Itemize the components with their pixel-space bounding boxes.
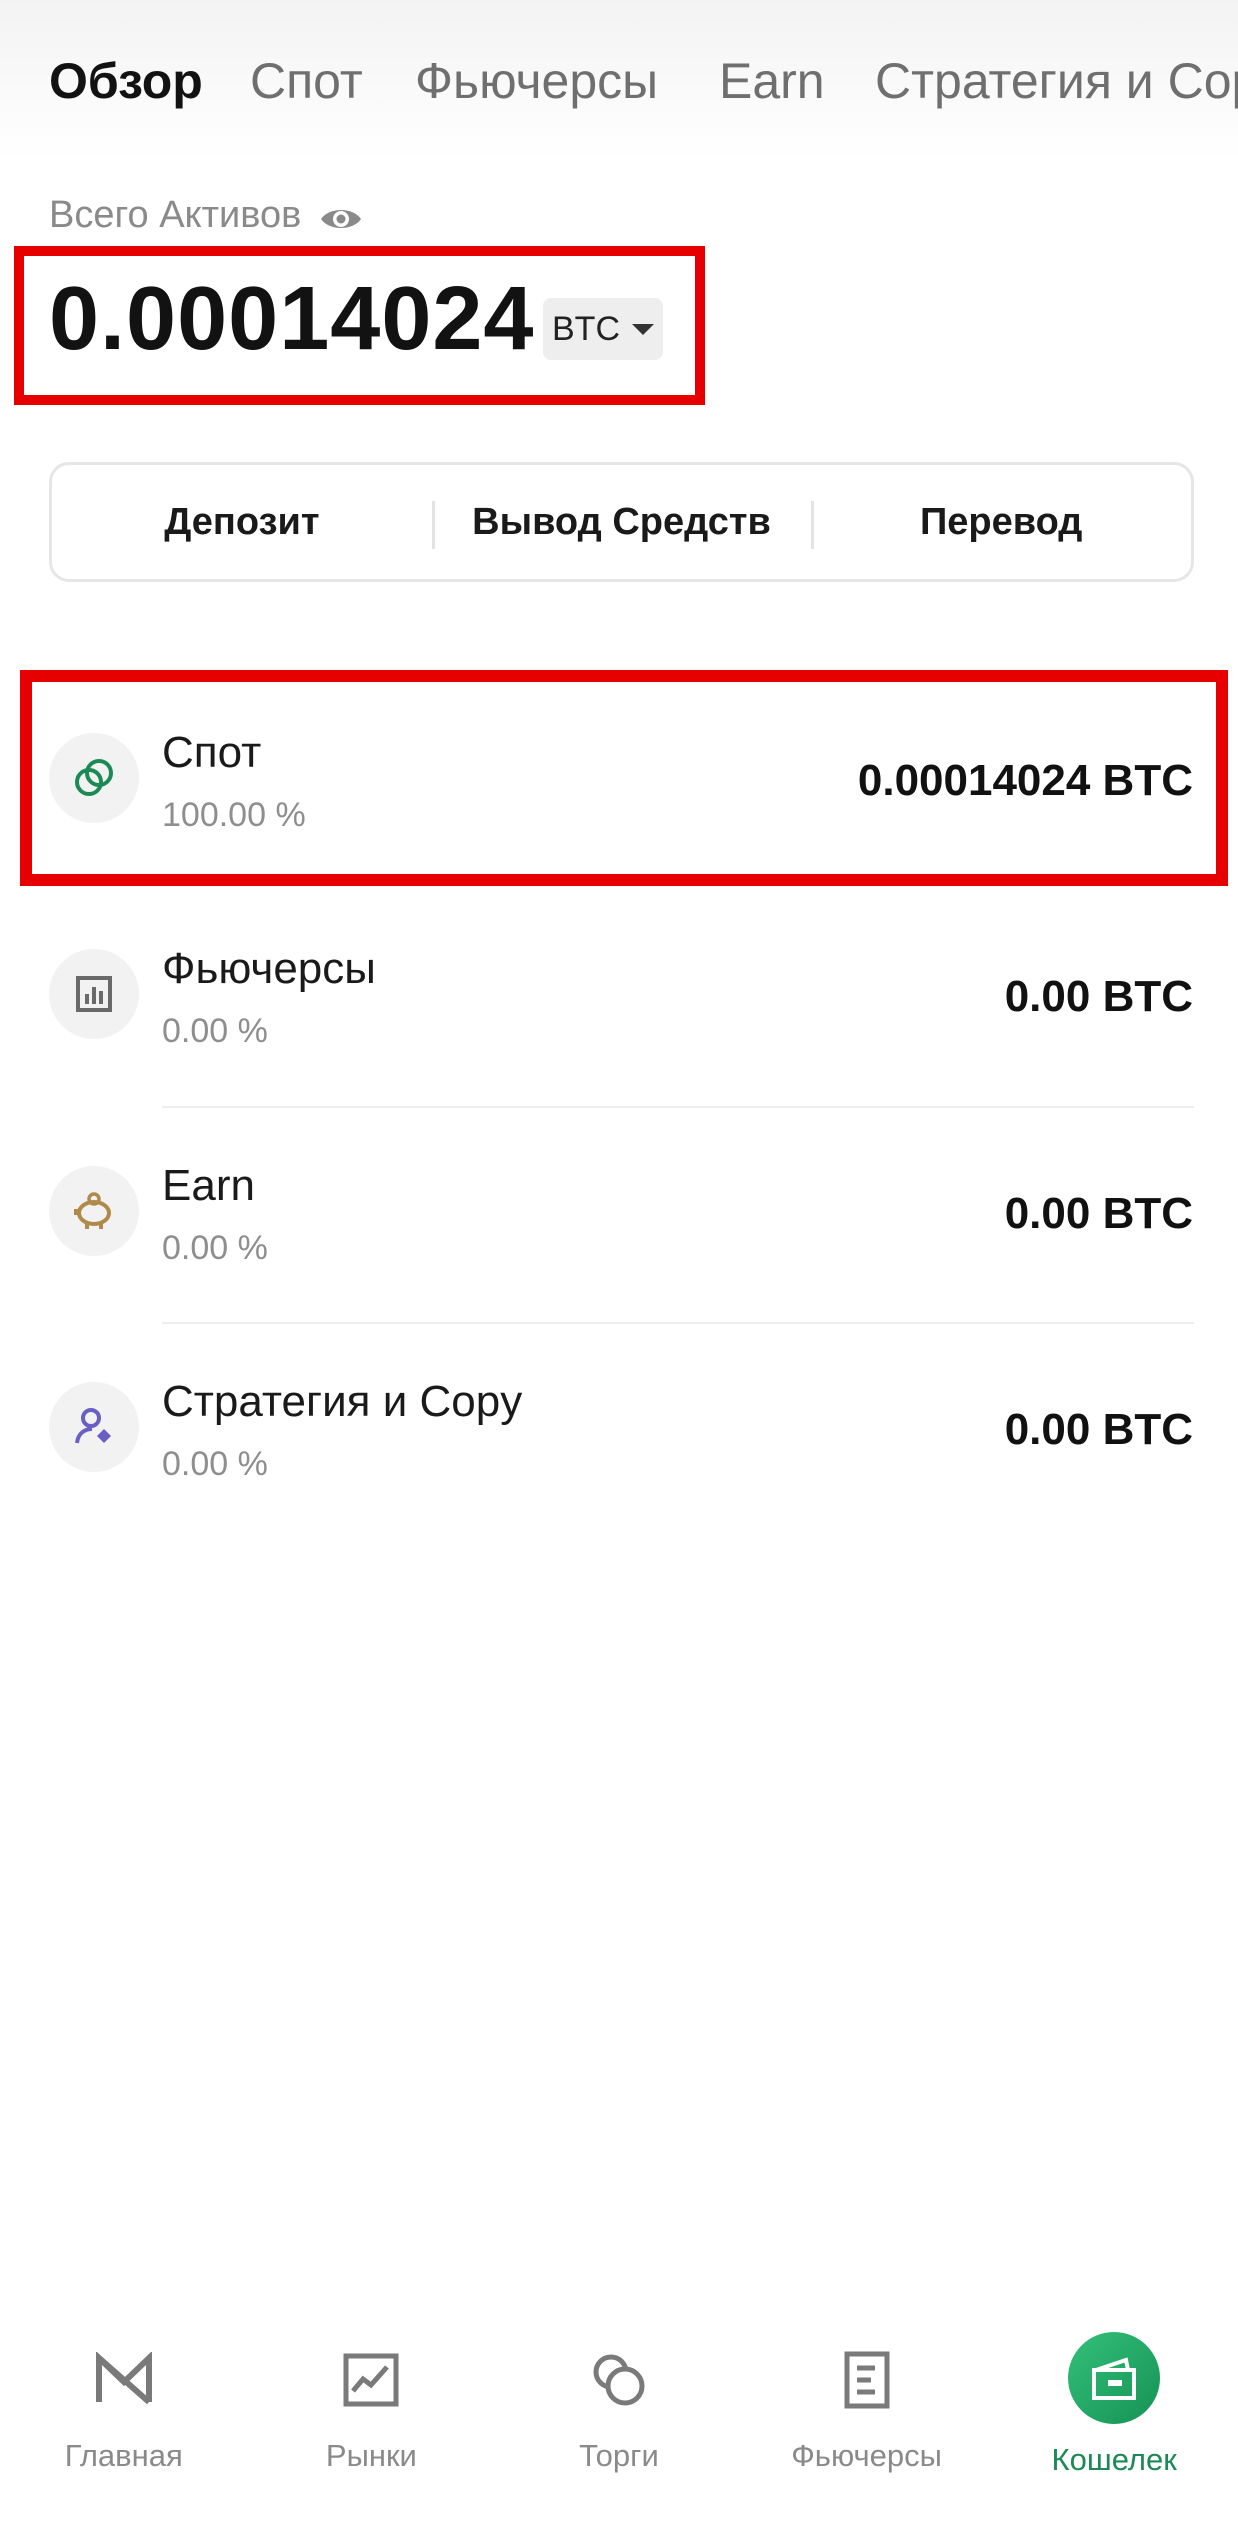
account-name: Стратегия и Copy bbox=[162, 1377, 523, 1426]
futures-chart-icon bbox=[49, 949, 139, 1039]
nav-label: Рынки bbox=[325, 2438, 417, 2473]
account-percent: 0.00 % bbox=[162, 1229, 268, 1267]
total-assets-label-row: Всего Активов bbox=[49, 194, 363, 237]
withdraw-button[interactable]: Вывод Средств bbox=[431, 465, 812, 579]
account-name: Фьючерсы bbox=[162, 944, 376, 993]
currency-selector[interactable]: BTC bbox=[543, 298, 663, 360]
futures-doc-icon bbox=[827, 2340, 907, 2420]
nav-wallet[interactable]: Кошелек bbox=[990, 2320, 1238, 2533]
nav-futures[interactable]: Фьючерсы bbox=[743, 2320, 991, 2533]
account-name: Спот bbox=[162, 728, 262, 777]
transfer-button[interactable]: Перевод bbox=[811, 465, 1191, 579]
account-name: Earn bbox=[162, 1161, 255, 1210]
top-tabs: Обзор Спот Фьючерсы Earn Стратегия и Cop… bbox=[0, 0, 1238, 160]
wallet-icon bbox=[1068, 2332, 1161, 2424]
piggy-bank-icon bbox=[49, 1166, 139, 1256]
nav-home[interactable]: Главная bbox=[0, 2320, 248, 2533]
account-row-strategy-copy[interactable]: Стратегия и Copy 0.00 % 0.00 BTC bbox=[0, 1319, 1238, 1535]
tab-earn[interactable]: Earn bbox=[719, 52, 825, 110]
nav-label: Кошелек bbox=[1051, 2442, 1177, 2477]
account-percent: 0.00 % bbox=[162, 1012, 268, 1050]
copy-trader-icon bbox=[49, 1382, 139, 1472]
tab-strategy-copy[interactable]: Стратегия и Copy bbox=[875, 52, 1238, 110]
tab-futures[interactable]: Фьючерсы bbox=[415, 52, 658, 110]
nav-label: Главная bbox=[64, 2438, 183, 2473]
account-value: 0.00 BTC bbox=[1004, 1405, 1193, 1454]
account-value: 0.00 BTC bbox=[1004, 1189, 1193, 1238]
nav-trade[interactable]: Торги bbox=[495, 2320, 743, 2533]
bottom-nav: Главная Рынки Торги Фьючерсы Кошелек bbox=[0, 2320, 1238, 2533]
chevron-down-icon bbox=[632, 323, 654, 335]
nav-label: Торги bbox=[579, 2438, 659, 2473]
total-assets-label: Всего Активов bbox=[49, 194, 302, 236]
total-assets-value: 0.00014024 bbox=[49, 269, 535, 369]
account-row-earn[interactable]: Earn 0.00 % 0.00 BTC bbox=[0, 1103, 1238, 1319]
eye-icon[interactable] bbox=[319, 201, 363, 231]
account-percent: 0.00 % bbox=[162, 1445, 268, 1483]
account-value: 0.00014024 BTC bbox=[857, 756, 1193, 805]
tab-spot[interactable]: Спот bbox=[250, 52, 363, 110]
tab-overview[interactable]: Обзор bbox=[49, 52, 203, 110]
account-row-spot[interactable]: Спот 100.00 % 0.00014024 BTC bbox=[0, 670, 1238, 886]
deposit-button[interactable]: Депозит bbox=[52, 465, 432, 579]
markets-chart-icon bbox=[331, 2340, 411, 2420]
home-logo-icon bbox=[84, 2340, 164, 2420]
nav-markets[interactable]: Рынки bbox=[248, 2320, 496, 2533]
spot-coins-icon bbox=[49, 733, 139, 823]
trade-circles-icon bbox=[579, 2340, 659, 2420]
action-bar: Депозит Вывод Средств Перевод bbox=[49, 462, 1194, 582]
account-value: 0.00 BTC bbox=[1004, 972, 1193, 1021]
nav-label: Фьючерсы bbox=[791, 2438, 942, 2473]
account-percent: 100.00 % bbox=[162, 796, 306, 834]
account-row-futures[interactable]: Фьючерсы 0.00 % 0.00 BTC bbox=[0, 886, 1238, 1102]
currency-label: BTC bbox=[552, 309, 620, 348]
